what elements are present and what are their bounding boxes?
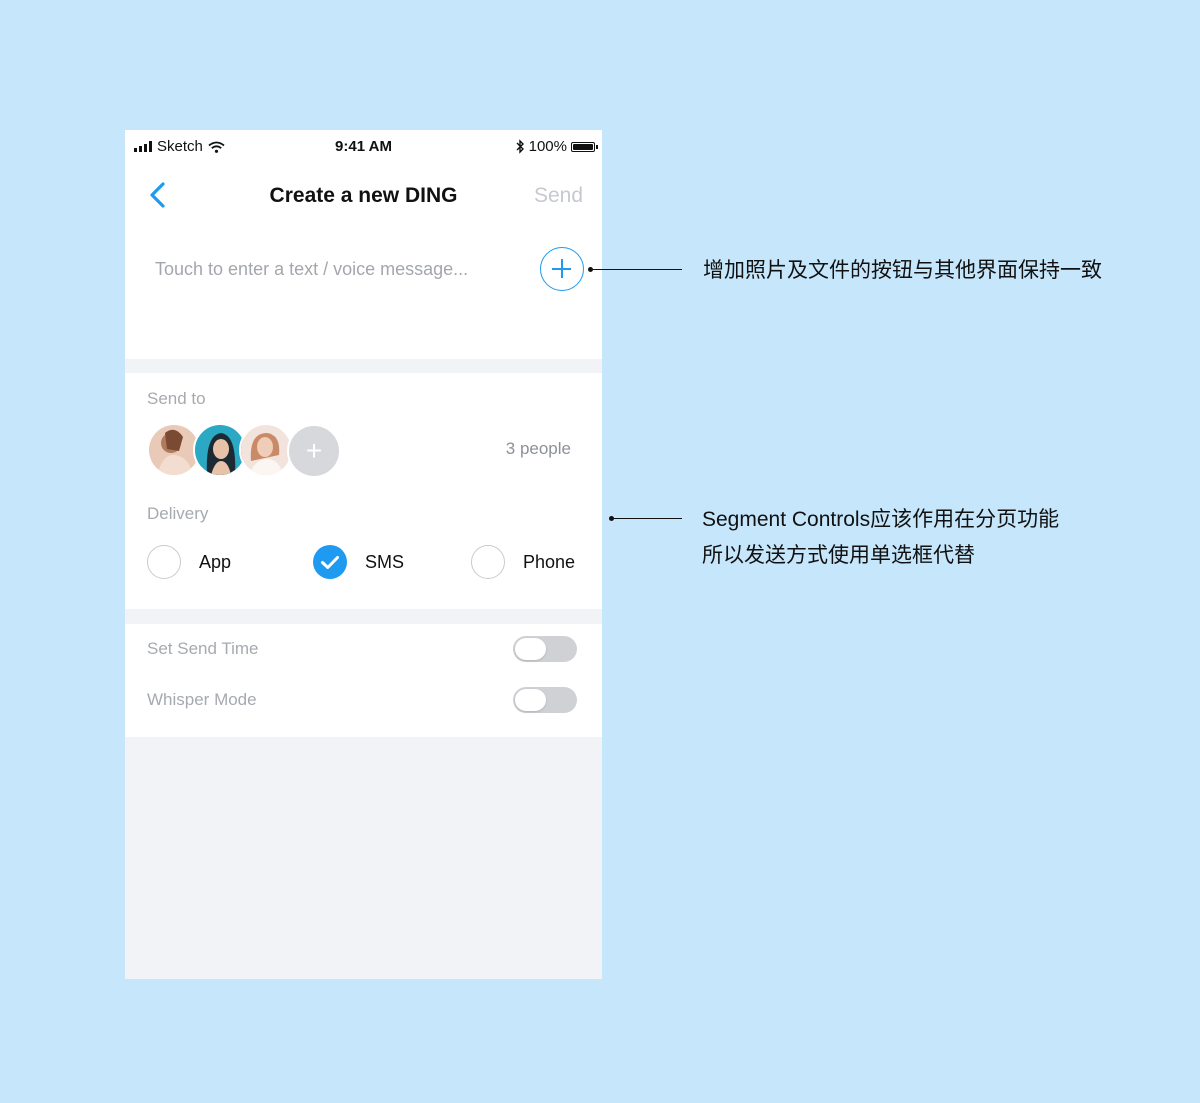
set-send-time-toggle[interactable]: [513, 636, 577, 662]
delivery-option-phone[interactable]: Phone: [471, 543, 575, 581]
send-to-label: Send to: [147, 389, 206, 408]
phone-screen: Sketch 9:41 AM 100% Create a new DING Se…: [125, 130, 602, 979]
status-bar: Sketch 9:41 AM 100%: [125, 130, 602, 164]
radio-app[interactable]: [147, 545, 181, 579]
nav-bar: Create a new DING Send: [125, 164, 602, 228]
battery-percent: 100%: [528, 138, 567, 155]
set-send-time-label: Set Send Time: [147, 639, 259, 658]
delivery-option-sms[interactable]: SMS: [313, 543, 404, 581]
status-right: 100%: [516, 138, 598, 155]
checkmark-icon: [321, 556, 339, 569]
annotation-1-text: 增加照片及文件的按钮与其他界面保持一致: [703, 259, 1102, 282]
send-button[interactable]: Send: [534, 184, 583, 208]
annotation-2-text: Segment Controls应该作用在分页功能 所以发送方式使用单选框代替: [702, 502, 1059, 574]
message-compose-area[interactable]: Touch to enter a text / voice message...: [125, 228, 602, 359]
delivery-option-app[interactable]: App: [147, 543, 231, 581]
message-input-placeholder[interactable]: Touch to enter a text / voice message...: [155, 259, 468, 280]
bluetooth-icon: [516, 139, 524, 154]
whisper-mode-row: Whisper Mode: [125, 681, 602, 721]
delivery-option-phone-label: Phone: [523, 551, 576, 572]
delivery-label: Delivery: [147, 504, 209, 523]
delivery-option-app-label: App: [199, 551, 232, 572]
add-recipient-button[interactable]: +: [287, 424, 341, 478]
whisper-mode-label: Whisper Mode: [147, 690, 257, 709]
annotation-1-line: [592, 269, 682, 270]
set-send-time-row: Set Send Time: [125, 630, 602, 670]
radio-sms[interactable]: [313, 545, 347, 579]
annotation-2-line: [613, 518, 682, 519]
page-title: Create a new DING: [269, 184, 458, 207]
send-to-section: Send to + 3 people Delivery App SMS Phon…: [125, 373, 602, 609]
battery-icon: [571, 141, 598, 152]
annotation-2-line2: 所以发送方式使用单选框代替: [702, 544, 975, 567]
avatar-recipient-3[interactable]: [239, 423, 293, 477]
whisper-mode-toggle[interactable]: [513, 687, 577, 713]
radio-phone[interactable]: [471, 545, 505, 579]
annotation-2-line1: Segment Controls应该作用在分页功能: [702, 508, 1060, 531]
add-attachment-button[interactable]: [540, 247, 584, 291]
toggle-knob: [515, 638, 546, 660]
settings-section: Set Send Time Whisper Mode: [125, 624, 602, 737]
delivery-option-sms-label: SMS: [365, 551, 405, 572]
toggle-knob: [515, 689, 546, 711]
recipient-count: 3 people: [505, 439, 571, 458]
